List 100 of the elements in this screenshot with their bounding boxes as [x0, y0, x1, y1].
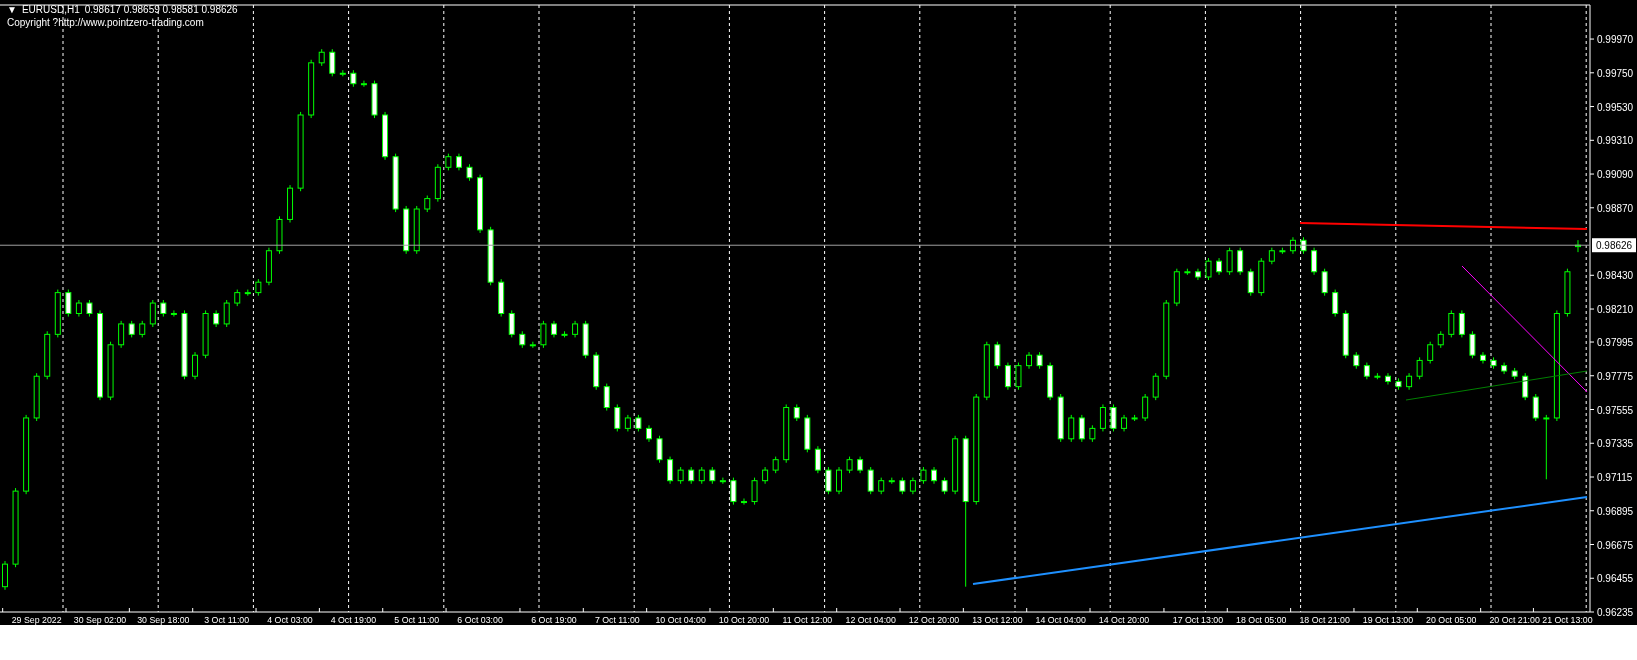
axis-label: 0.99090 — [1597, 169, 1634, 181]
candle — [1543, 414, 1550, 480]
axis-label: 11 Oct 12:00 — [782, 615, 833, 625]
candle — [487, 226, 494, 286]
candle — [762, 466, 769, 485]
candle — [603, 383, 610, 412]
candle — [287, 184, 294, 223]
trend-line[interactable] — [1461, 265, 1588, 393]
candle — [1078, 414, 1085, 443]
axis-label: 0.99970 — [1597, 34, 1634, 46]
candle — [1289, 236, 1296, 255]
copyright-text: Copyright ?http://www.pointzero-trading.com — [7, 17, 205, 28]
candle — [360, 80, 367, 88]
candle — [540, 320, 547, 349]
axis-label: 6 Oct 19:00 — [531, 615, 577, 625]
candle — [1458, 309, 1465, 338]
candle — [1332, 289, 1339, 318]
axis-label: 0.96235 — [1597, 607, 1634, 618]
candle — [1068, 414, 1075, 443]
candle — [1237, 247, 1244, 276]
axis-label: 13 Oct 12:00 — [972, 615, 1023, 625]
candle — [1374, 372, 1381, 380]
candle — [550, 320, 557, 338]
axis-label: 21 Oct 13:00 — [1542, 615, 1593, 625]
candle — [329, 48, 336, 77]
candle — [814, 445, 821, 474]
candle — [382, 111, 389, 161]
candle — [170, 309, 177, 318]
candle — [1575, 239, 1581, 253]
candle — [308, 59, 315, 119]
candle — [1342, 309, 1349, 359]
candle — [1036, 351, 1043, 370]
candle — [192, 351, 199, 380]
axis-label: 0.97555 — [1597, 404, 1634, 416]
candle — [1501, 362, 1508, 375]
candle — [265, 247, 272, 286]
candle — [1532, 393, 1539, 422]
candle — [1026, 351, 1033, 370]
candle — [44, 330, 51, 380]
axis-label: 20 Oct 21:00 — [1489, 615, 1540, 625]
candle — [878, 477, 885, 495]
axis-label: 30 Sep 18:00 — [137, 615, 190, 625]
candle — [1384, 372, 1391, 385]
candle — [424, 195, 431, 213]
axis-label: 29 Sep 2022 — [11, 615, 62, 625]
price-label: 0.98626 — [1592, 238, 1636, 253]
axis-label: 20 Oct 05:00 — [1426, 615, 1477, 625]
axis-label: 0.99750 — [1597, 67, 1634, 79]
candle — [1015, 362, 1022, 391]
candle — [1480, 351, 1486, 364]
candle — [1448, 309, 1455, 338]
candle — [688, 466, 695, 485]
axis-label: 4 Oct 19:00 — [330, 615, 377, 625]
candle — [667, 456, 674, 485]
candle — [1121, 414, 1128, 432]
axis-label: 0.98210 — [1597, 304, 1634, 316]
axis-label: 12 Oct 20:00 — [908, 615, 960, 625]
candle — [561, 330, 568, 338]
candle — [1522, 372, 1529, 401]
candle — [529, 341, 536, 349]
dropdown-glyph[interactable]: ▼ — [7, 4, 17, 15]
axis-label: 0.98430 — [1597, 270, 1634, 282]
candle — [118, 320, 125, 349]
candle — [1247, 268, 1254, 297]
axis-label: 3 Oct 11:00 — [204, 615, 250, 625]
axis-label: 19 Oct 13:00 — [1362, 615, 1414, 625]
trend-line[interactable] — [1405, 370, 1588, 401]
candle — [1173, 268, 1180, 307]
candle — [213, 309, 220, 328]
candle — [719, 477, 726, 485]
candle — [1057, 393, 1064, 443]
candle — [1279, 247, 1286, 255]
candle — [994, 341, 1001, 370]
candle — [772, 456, 779, 474]
candle — [741, 498, 747, 506]
candle — [128, 320, 135, 338]
candle — [403, 205, 410, 255]
candle — [846, 456, 853, 474]
candle — [223, 299, 230, 328]
candle — [413, 205, 420, 255]
axis-label: 4 Oct 03:00 — [267, 615, 313, 625]
candle — [371, 80, 378, 119]
candle — [1268, 247, 1275, 265]
axis-label: 14 Oct 04:00 — [1035, 615, 1086, 625]
ohlc-values: 0.98617 0.98659 0.98581 0.98626 — [84, 4, 238, 15]
candle — [983, 341, 990, 401]
candle — [181, 309, 188, 380]
candle — [1047, 362, 1054, 401]
candle — [1226, 247, 1233, 276]
candle — [582, 320, 589, 359]
axis-label: 12 Oct 04:00 — [845, 615, 896, 625]
candle — [920, 466, 927, 485]
candle — [276, 215, 283, 255]
symbol-title: EURUSD,H1 — [21, 4, 80, 15]
candle — [1311, 247, 1318, 276]
candle — [1110, 403, 1117, 432]
axis-label: 0.97775 — [1597, 370, 1634, 382]
candle — [1258, 257, 1265, 297]
candle — [909, 477, 916, 495]
candle — [941, 477, 948, 495]
